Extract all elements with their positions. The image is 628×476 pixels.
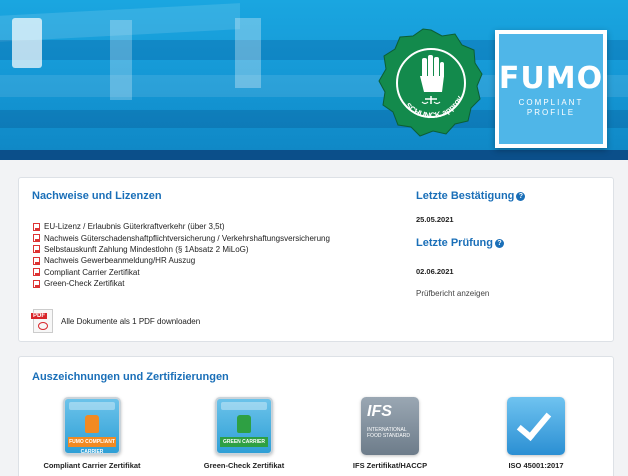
last-check-label: Letzte Prüfung xyxy=(416,237,493,249)
report-link[interactable]: Prüfbericht anzeigen xyxy=(416,289,525,298)
download-all-link[interactable]: PDF Alle Dokumente als 1 PDF downloaden xyxy=(31,309,201,333)
document-link[interactable]: EU-Lizenz / Erlaubnis Güterkraftverkehr … xyxy=(33,221,330,232)
document-label: Nachweis Gewerbeanmeldung/HR Auszug xyxy=(44,256,196,266)
status-column: Letzte Bestätigung ? 25.05.2021 Letzte P… xyxy=(416,190,526,298)
documents-panel: Nachweise und Lizenzen EU-Lizenz / Erlau… xyxy=(18,177,614,342)
award-item-ifs[interactable]: IFS INTERNATIONAL FOOD STANDARD IFS Zert… xyxy=(325,397,455,470)
awards-title: Auszeichnungen und Zertifizierungen xyxy=(32,371,229,383)
document-link[interactable]: Selbstauskunft Zahlung Mindestlohn (§ 1A… xyxy=(33,244,330,255)
ifs-badge-icon: IFS INTERNATIONAL FOOD STANDARD xyxy=(361,397,419,455)
iso-check-badge-icon xyxy=(507,397,565,455)
documents-title: Nachweise und Lizenzen xyxy=(32,190,162,202)
badge-text: FUMO COMPLIANT CARRIER xyxy=(68,437,116,455)
help-icon[interactable]: ? xyxy=(495,238,504,248)
logo-title: FUMO xyxy=(498,60,604,96)
last-check-heading: Letzte Prüfung ? xyxy=(416,237,525,249)
fumo-logo: FUMO COMPLIANT PROFILE xyxy=(495,30,607,148)
pdf-icon xyxy=(33,222,40,231)
badge-subtext: INTERNATIONAL FOOD STANDARD xyxy=(367,427,410,439)
pdf-icon xyxy=(33,234,40,243)
document-label: Selbstauskunft Zahlung Mindestlohn (§ 1A… xyxy=(44,244,249,254)
pdf-tag: PDF xyxy=(31,313,47,319)
document-label: Green-Check Zertifikat xyxy=(44,279,125,289)
awards-panel: Auszeichnungen und Zertifizierungen FUMO… xyxy=(18,356,614,476)
logo-subtitle-line1: COMPLIANT xyxy=(518,97,584,107)
document-link[interactable]: Nachweis Güterschadenshaftpflichtversich… xyxy=(33,232,330,243)
logo-subtitle-line2: PROFILE xyxy=(526,107,576,117)
logo-subtitle: COMPLIANT PROFILE xyxy=(519,98,584,118)
document-link[interactable]: Compliant Carrier Zertifikat xyxy=(33,267,330,278)
pdf-icon xyxy=(33,245,40,254)
award-label: Green-Check Zertifikat xyxy=(203,461,285,470)
document-label: Nachweis Güterschadenshaftpflichtversich… xyxy=(44,233,330,243)
last-confirmation-date: 25.05.2021 xyxy=(416,215,454,224)
document-label: Compliant Carrier Zertifikat xyxy=(44,267,140,277)
banner-decoration xyxy=(110,20,132,100)
pdf-icon xyxy=(33,256,40,265)
pdf-download-icon: PDF xyxy=(31,309,53,333)
document-list: EU-Lizenz / Erlaubnis Güterkraftverkehr … xyxy=(33,221,330,289)
document-link[interactable]: Nachweis Gewerbeanmeldung/HR Auszug xyxy=(33,255,330,266)
award-label: IFS Zertifikat/HACCP xyxy=(352,461,428,470)
pdf-icon xyxy=(33,268,40,277)
banner-decoration xyxy=(235,18,261,88)
award-item-compliant-carrier[interactable]: FUMO COMPLIANT CARRIER Compliant Carrier… xyxy=(27,397,157,470)
award-label: Compliant Carrier Zertifikat xyxy=(43,461,141,470)
pdf-icon xyxy=(33,279,40,288)
last-confirmation-heading: Letzte Bestätigung ? xyxy=(416,190,526,202)
award-label: ISO 45001:2017 xyxy=(508,461,564,470)
badge-text: IFS xyxy=(367,403,392,420)
award-item-green-check[interactable]: GREEN CARRIER Green-Check Zertifikat xyxy=(179,397,309,470)
schunck-approved-seal-icon: SCHUNCK approved xyxy=(378,28,483,137)
download-all-label: Alle Dokumente als 1 PDF downloaden xyxy=(61,316,201,326)
award-item-iso[interactable]: ISO 45001:2017 xyxy=(471,397,601,470)
help-icon[interactable]: ? xyxy=(516,191,526,201)
badge-text: GREEN CARRIER xyxy=(220,437,268,447)
document-link[interactable]: Green-Check Zertifikat xyxy=(33,278,330,289)
compliant-carrier-badge-icon: FUMO COMPLIANT CARRIER xyxy=(63,397,121,455)
green-carrier-badge-icon: GREEN CARRIER xyxy=(215,397,273,455)
document-label: EU-Lizenz / Erlaubnis Güterkraftverkehr … xyxy=(44,222,225,232)
banner-decoration xyxy=(12,18,42,68)
last-confirmation-label: Letzte Bestätigung xyxy=(416,190,515,202)
banner-bottom-bar xyxy=(0,150,628,160)
checkmark-icon xyxy=(516,404,552,442)
last-check-date: 02.06.2021 xyxy=(416,267,454,276)
